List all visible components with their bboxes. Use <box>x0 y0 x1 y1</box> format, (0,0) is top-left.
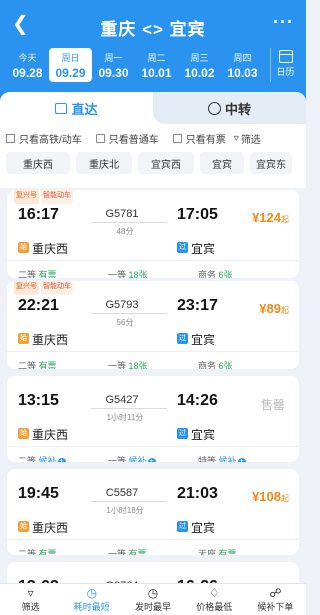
route-line <box>91 222 167 223</box>
bottom-sort-bar: ▿ 筛选 ◷ 耗时最短 ◷ 发时最早 ♢ 价格最低 ☍ 候补下单 <box>0 583 306 615</box>
clock-icon: ◷ <box>86 586 98 600</box>
calendar-icon <box>278 50 293 63</box>
origin-badge: 始 <box>18 242 29 253</box>
tab-direct[interactable]: 直达 <box>0 92 153 124</box>
departure-time: 13:15 <box>18 392 59 409</box>
station-chip[interactable]: 重庆西 <box>6 152 70 174</box>
sort-earliest[interactable]: ◷ 发时最早 <box>122 584 183 615</box>
price-tag-icon: ♢ <box>208 586 220 600</box>
checkbox-high-speed[interactable]: 只看高铁/动车 <box>6 131 82 146</box>
train-card[interactable]: 19:45 C5587 1小时18分 21:03 ¥108起 始 重庆西 过 宜… <box>7 469 299 555</box>
origin-badge: 始 <box>18 428 29 439</box>
date-tab[interactable]: 今天 09.28 <box>6 48 49 82</box>
header-bar: ❮ 重庆 <> 宜宾 ··· <box>0 12 306 39</box>
train-number: G5781 <box>105 208 139 220</box>
cart-icon: ☍ <box>269 586 282 600</box>
arrival-time: 23:17 <box>177 297 218 314</box>
filter-panel: 直达 中转 只看高铁/动车 只看普通车 只看有票 ▿ 筛选 重庆西 重庆北 宜宾西… <box>0 92 306 188</box>
duration[interactable]: 48分 <box>95 226 155 237</box>
departure-station: 重庆西 <box>32 428 69 442</box>
tag-fuxing: 复兴号 <box>14 281 39 295</box>
tab-transfer[interactable]: 中转 <box>153 92 306 124</box>
waitlist-plus-icon[interactable]: + <box>237 457 246 462</box>
mode-tabs: 直达 中转 <box>0 92 306 124</box>
duration[interactable]: 1小时11分 <box>95 412 155 423</box>
date-tab[interactable]: 周四 10.03 <box>221 48 264 82</box>
train-card[interactable]: 复兴号 智能动车 16:17 G5781 48分 17:05 ¥124起 始 重庆… <box>7 190 299 278</box>
price: ¥89起 <box>259 301 289 316</box>
train-card[interactable]: 复兴号 智能动车 22:21 G5793 56分 23:17 ¥89起 始 重庆西… <box>7 281 299 369</box>
arrival-time: 14:26 <box>177 392 218 409</box>
seat-row: 二等 有票 一等 18张 商务 6张 <box>7 260 299 278</box>
sold-out-label: 售罄 <box>260 398 285 412</box>
departure-time: 22:21 <box>18 297 59 314</box>
seat-row: 二等 候补 + 一等 候补 + 特等 候补 + <box>7 446 299 462</box>
date-tab[interactable]: 周三 10.02 <box>178 48 221 82</box>
station-filters: 重庆西 重庆北 宜宾西 宜宾 宜宾东 <box>0 152 306 174</box>
route-line <box>91 501 167 502</box>
funnel-icon: ▿ <box>233 132 239 144</box>
sort-filter[interactable]: ▿ 筛选 <box>0 584 61 615</box>
train-number: G5793 <box>105 299 139 311</box>
filter-button[interactable]: ▿ 筛选 <box>234 131 261 146</box>
sort-cheapest[interactable]: ♢ 价格最低 <box>184 584 245 615</box>
station-chip[interactable]: 重庆北 <box>76 152 132 174</box>
waitlist-order[interactable]: ☍ 候补下单 <box>245 584 306 615</box>
date-tab[interactable]: 周一 09.30 <box>92 48 135 82</box>
departure-station: 重庆西 <box>32 521 69 535</box>
checkbox-available[interactable]: 只看有票 <box>172 131 226 146</box>
waitlist-plus-icon[interactable]: + <box>57 457 66 462</box>
seat-row: 二等 有票 一等 18张 商务 6张 <box>7 351 299 369</box>
route-line <box>91 313 167 314</box>
date-tab[interactable]: 周二 10.01 <box>135 48 178 82</box>
duration[interactable]: 1小时18分 <box>95 505 155 516</box>
arrival-station: 宜宾 <box>191 242 216 256</box>
quick-filters: 只看高铁/动车 只看普通车 只看有票 ▿ 筛选 <box>0 130 306 146</box>
calendar-button[interactable]: 日历 <box>270 48 300 82</box>
train-number: G5427 <box>105 394 139 406</box>
pass-badge: 过 <box>177 521 188 532</box>
top-header: ❮ 重庆 <> 宜宾 ··· 今天 09.28 周日 09.29 周一 09.30 周… <box>0 0 306 100</box>
origin-badge: 始 <box>18 521 29 532</box>
pass-badge: 过 <box>177 428 188 439</box>
date-selector: 今天 09.28 周日 09.29 周一 09.30 周二 10.01 周三 10.02 … <box>6 48 264 82</box>
checkbox-normal[interactable]: 只看普通车 <box>95 131 159 146</box>
arrival-station: 宜宾 <box>191 521 216 535</box>
station-chip[interactable]: 宜宾东 <box>250 152 292 174</box>
filter-icon: ▿ <box>27 586 34 600</box>
train-card[interactable]: 13:15 G5427 1小时11分 14:26 售罄 始 重庆西 过 宜宾 二… <box>7 376 299 462</box>
tag-smart: 智能动车 <box>41 190 73 204</box>
seat-row: 二等 有票 一等 有票 无座 有票 <box>7 539 299 555</box>
train-number: C5587 <box>105 487 139 499</box>
arrival-station: 宜宾 <box>191 333 216 347</box>
route-title: 重庆 <> 宜宾 <box>100 20 206 39</box>
waitlist-plus-icon[interactable]: + <box>147 457 156 462</box>
price: ¥108起 <box>252 489 289 504</box>
date-tab-selected[interactable]: 周日 09.29 <box>49 48 92 82</box>
train-icon <box>55 102 68 114</box>
arrival-station: 宜宾 <box>191 428 216 442</box>
24h-icon: ◷ <box>147 586 159 600</box>
duration[interactable]: 56分 <box>95 317 155 328</box>
arrival-time: 17:05 <box>177 206 218 223</box>
tag-fuxing: 复兴号 <box>14 190 39 204</box>
departure-station: 重庆西 <box>32 333 69 347</box>
departure-time: 16:17 <box>18 206 59 223</box>
pass-badge: 过 <box>177 333 188 344</box>
more-icon[interactable]: ··· <box>273 12 294 33</box>
origin-badge: 始 <box>18 333 29 344</box>
station-chip[interactable]: 宜宾西 <box>138 152 194 174</box>
sort-shortest[interactable]: ◷ 耗时最短 <box>61 584 122 615</box>
price: ¥124起 <box>252 210 289 225</box>
arrival-time: 21:03 <box>177 485 218 502</box>
transfer-icon <box>207 101 221 115</box>
departure-station: 重庆西 <box>32 242 69 256</box>
tag-smart: 智能动车 <box>41 281 73 295</box>
pass-badge: 过 <box>177 242 188 253</box>
departure-time: 19:45 <box>18 485 59 502</box>
route-line <box>91 408 167 409</box>
station-chip[interactable]: 宜宾 <box>200 152 244 174</box>
